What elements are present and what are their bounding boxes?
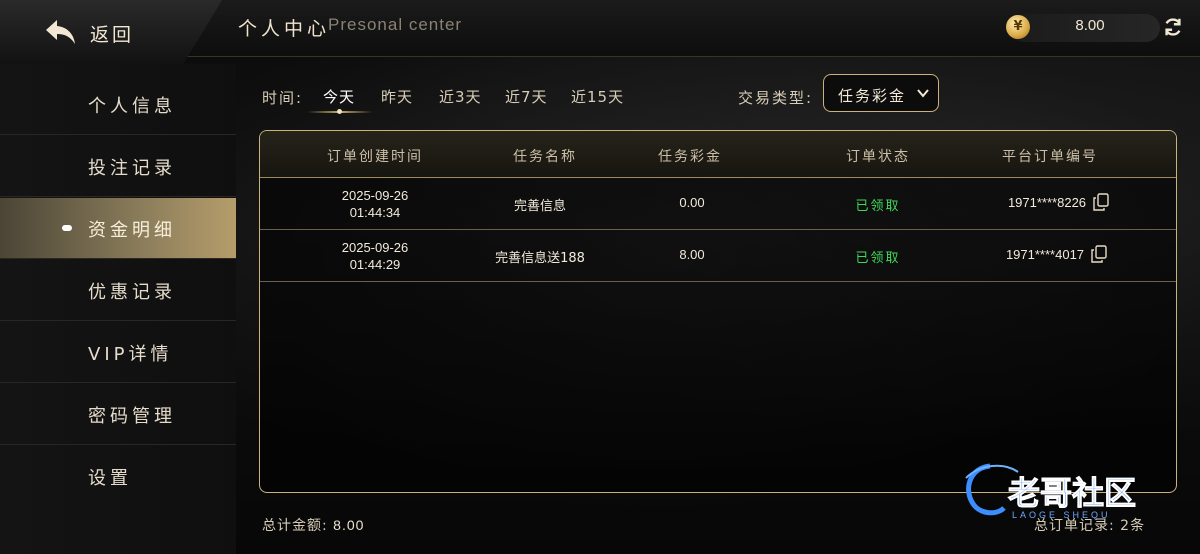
order-status-cell: 已领取 xyxy=(855,251,901,266)
time-filter-label: 时间: xyxy=(262,89,304,107)
created-time-cell: 2025-09-26 01:44:29 xyxy=(300,239,450,273)
page-title: 个人中心 xyxy=(238,18,331,40)
active-tab-dot xyxy=(337,109,342,114)
sidebar-item-profile[interactable]: 个人信息 xyxy=(0,74,236,135)
total-amount-label: 总计金额: xyxy=(262,518,328,534)
back-arrow-icon xyxy=(46,20,75,44)
sidebar: 个人信息 投注记录 资金明细 优惠记录 VIP详情 密码管理 设置 xyxy=(0,64,236,554)
active-indicator-icon xyxy=(62,225,72,231)
sidebar-item-vip[interactable]: VIP详情 xyxy=(0,322,236,383)
total-amount: 总计金额: 8.00 xyxy=(262,515,364,535)
order-status-cell: 已领取 xyxy=(855,199,901,214)
column-header-created-time: 订单创建时间 xyxy=(327,149,423,165)
watermark-logo: 老哥社区 LAOGE SHEQU xyxy=(965,463,1137,520)
watermark-text: 老哥社区 xyxy=(1008,474,1136,512)
sidebar-item-label: VIP详情 xyxy=(88,344,173,365)
tab-15-days[interactable]: 近15天 xyxy=(571,86,624,107)
created-date: 2025-09-26 xyxy=(341,240,409,255)
created-time: 01:44:34 xyxy=(349,205,401,220)
column-header-task-bonus: 任务彩金 xyxy=(658,149,722,165)
task-bonus-cell: 0.00 xyxy=(679,195,705,210)
watermark-subtext: LAOGE SHEQU xyxy=(1012,510,1111,520)
sidebar-item-fund-details[interactable]: 资金明细 xyxy=(0,198,236,259)
tab-yesterday[interactable]: 昨天 xyxy=(381,86,413,107)
coin-icon: ¥ xyxy=(1006,15,1030,39)
column-header-order-status: 订单状态 xyxy=(846,149,910,165)
total-amount-value: 8.00 xyxy=(333,517,365,533)
sidebar-item-label: 设置 xyxy=(88,468,132,489)
copy-icon[interactable] xyxy=(1091,245,1107,263)
records-table: 订单创建时间 任务名称 任务彩金 订单状态 平台订单编号 2025-09-26 … xyxy=(259,130,1177,493)
table-row: 2025-09-26 01:44:29 完善信息送188 8.00 已领取 19… xyxy=(260,229,1176,282)
copy-icon[interactable] xyxy=(1093,193,1109,211)
sidebar-item-password[interactable]: 密码管理 xyxy=(0,384,236,445)
refresh-icon[interactable] xyxy=(1162,16,1184,38)
sidebar-item-promo-records[interactable]: 优惠记录 xyxy=(0,260,236,321)
page-title-en: Presonal center xyxy=(328,15,463,34)
back-button-label: 返回 xyxy=(90,24,135,46)
task-name-cell: 完善信息 xyxy=(513,199,566,214)
balance-value: 8.00 xyxy=(1075,17,1105,34)
created-time: 01:44:29 xyxy=(349,257,401,272)
table-header: 订单创建时间 任务名称 任务彩金 订单状态 平台订单编号 xyxy=(260,131,1176,178)
created-date: 2025-09-26 xyxy=(341,188,409,203)
column-header-task-name: 任务名称 xyxy=(513,149,577,165)
transaction-type-label: 交易类型: xyxy=(738,89,814,107)
task-bonus-cell: 8.00 xyxy=(679,247,705,262)
sidebar-item-bet-records[interactable]: 投注记录 xyxy=(0,136,236,197)
sidebar-item-label: 优惠记录 xyxy=(88,282,176,303)
transaction-type-value: 任务彩金 xyxy=(838,87,907,105)
sidebar-item-settings[interactable]: 设置 xyxy=(0,446,236,506)
sidebar-item-label: 个人信息 xyxy=(88,96,176,117)
transaction-type-select[interactable]: 任务彩金 xyxy=(823,74,939,112)
task-name-cell: 完善信息送188 xyxy=(495,251,585,266)
created-time-cell: 2025-09-26 01:44:34 xyxy=(300,187,450,221)
tab-7-days[interactable]: 近7天 xyxy=(505,86,548,107)
tab-3-days[interactable]: 近3天 xyxy=(439,86,482,107)
tab-today[interactable]: 今天 xyxy=(323,86,355,107)
column-header-order-number: 平台订单编号 xyxy=(1002,149,1098,165)
sidebar-item-label: 密码管理 xyxy=(88,406,176,427)
sidebar-item-label: 投注记录 xyxy=(88,158,176,179)
chevron-down-icon xyxy=(917,89,929,98)
table-row: 2025-09-26 01:44:34 完善信息 0.00 已领取 1971**… xyxy=(260,177,1176,230)
sidebar-item-label: 资金明细 xyxy=(88,220,176,241)
